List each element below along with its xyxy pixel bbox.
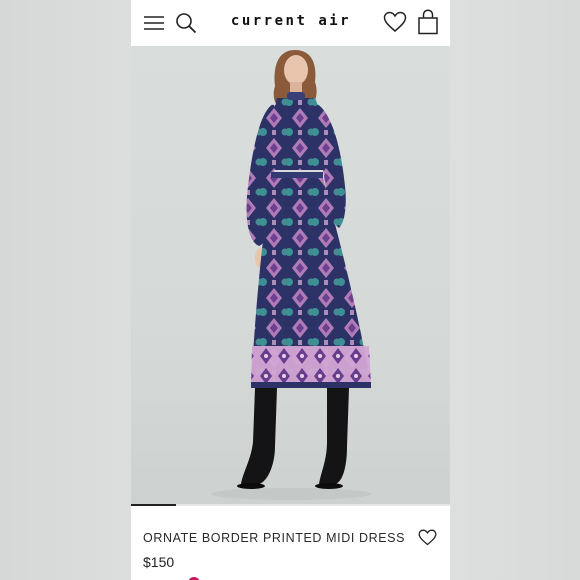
product-image[interactable] — [131, 46, 450, 506]
top-nav-bar: current air — [131, 0, 450, 46]
heart-icon[interactable] — [383, 11, 407, 33]
product-screen: current air ORNATE BORDER PRINTED MIDI D… — [131, 0, 450, 580]
search-icon[interactable] — [175, 12, 197, 34]
heart-outline-icon[interactable] — [418, 529, 437, 546]
brand-logo[interactable]: current air — [221, 13, 361, 29]
product-price: $150 — [143, 554, 175, 570]
hamburger-menu-icon[interactable] — [143, 13, 165, 33]
gallery-progress-track — [131, 504, 450, 506]
gallery-progress-fill — [131, 504, 176, 506]
product-title: ORNATE BORDER PRINTED MIDI DRESS — [143, 531, 406, 545]
shopping-bag-icon[interactable] — [417, 9, 439, 35]
model-illustration — [211, 50, 371, 500]
